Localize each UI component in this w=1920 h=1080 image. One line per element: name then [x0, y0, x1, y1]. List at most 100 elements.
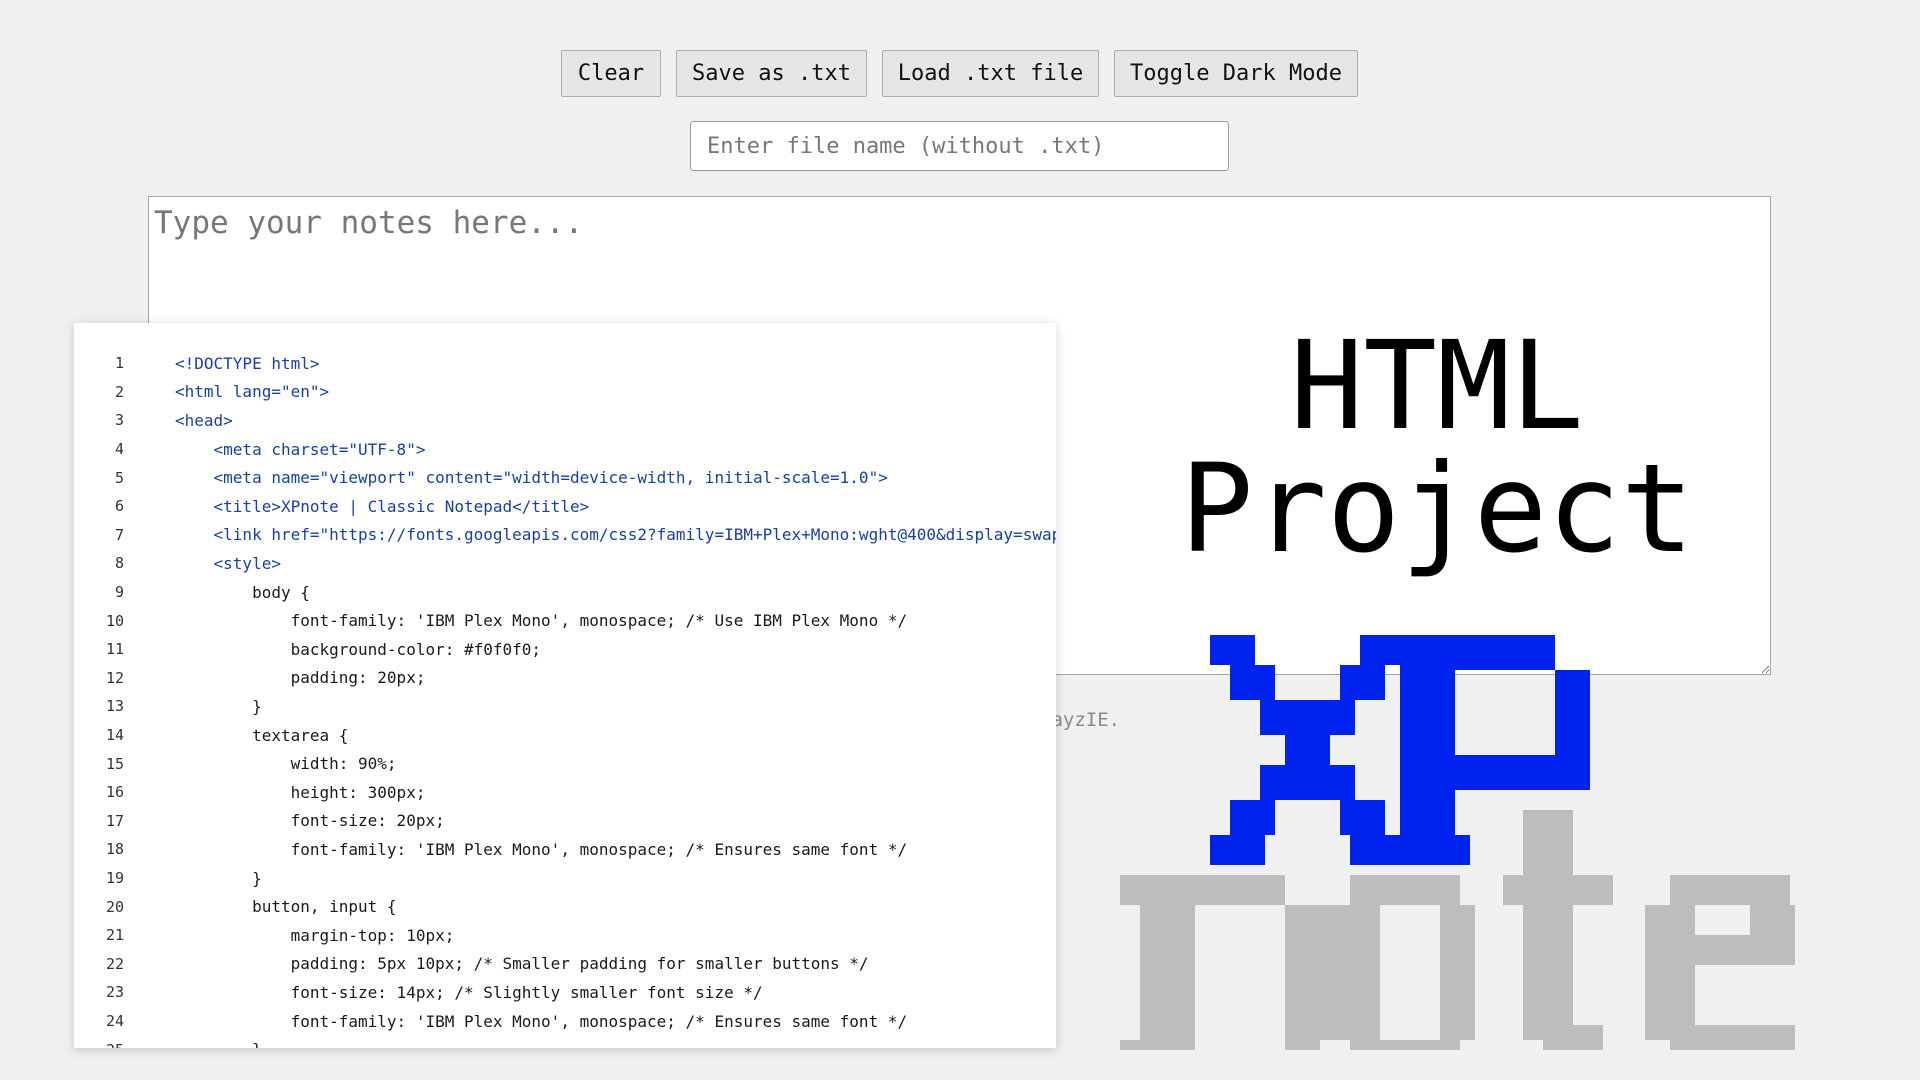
title-line-2: Project — [1180, 438, 1695, 580]
code-line: 4 <meta charset="UTF-8"> — [74, 435, 1056, 464]
logo-t-block — [1523, 810, 1573, 875]
logo-p-block — [1385, 835, 1470, 865]
line-number: 18 — [105, 840, 124, 859]
code-text: font-size: 14px; /* Slightly smaller fon… — [175, 982, 763, 1002]
filename-input[interactable] — [690, 121, 1229, 171]
code-text: font-size: 20px; — [175, 811, 445, 831]
code-text: padding: 20px; — [175, 668, 426, 688]
code-text: <meta name="viewport" content="width=dev… — [175, 468, 888, 488]
code-text: width: 90%; — [175, 754, 397, 774]
clear-button[interactable]: Clear — [561, 50, 661, 97]
code-text: <link href="https://fonts.googleapis.com… — [175, 525, 1056, 545]
line-number: 3 — [114, 411, 124, 430]
code-text: font-family: 'IBM Plex Mono', monospace;… — [175, 611, 908, 631]
code-line: 19 } — [74, 864, 1056, 893]
code-line: 15 width: 90%; — [74, 749, 1056, 778]
logo-p-block — [1400, 670, 1455, 860]
code-line: 12 padding: 20px; — [74, 664, 1056, 693]
code-line: 10 font-family: 'IBM Plex Mono', monospa… — [74, 606, 1056, 635]
logo-x-block — [1230, 800, 1275, 835]
code-text: } — [175, 1040, 262, 1048]
title-line-1: HTML — [1290, 315, 1584, 457]
code-line: 5 <meta name="viewport" content="width=d… — [74, 463, 1056, 492]
line-number: 13 — [105, 697, 124, 716]
line-number: 21 — [105, 926, 124, 945]
logo-n-block — [1140, 905, 1195, 1050]
code-line: 23 font-size: 14px; /* Slightly smaller … — [74, 978, 1056, 1007]
code-text: font-family: 'IBM Plex Mono', monospace;… — [175, 839, 908, 859]
code-line: 14 textarea { — [74, 721, 1056, 750]
line-number: 19 — [105, 869, 124, 888]
logo-n-block — [1165, 875, 1285, 905]
load-file-button[interactable]: Load .txt file — [882, 50, 1099, 97]
logo-n-block — [1120, 875, 1165, 905]
logo-e-block — [1695, 935, 1795, 965]
code-text: <style> — [175, 553, 281, 573]
code-preview-panel: 1 <!DOCTYPE html> 2 <html lang="en"> 3 <head>… — [74, 323, 1056, 1048]
logo-x-block — [1210, 635, 1255, 665]
code-line: 8 <style> — [74, 549, 1056, 578]
line-number: 1 — [114, 354, 124, 373]
logo-n-block — [1285, 905, 1320, 1050]
code-text: button, input { — [175, 897, 397, 917]
code-line: 3 <head> — [74, 406, 1056, 435]
code-line: 11 background-color: #f0f0f0; — [74, 635, 1056, 664]
code-line: 9 body { — [74, 578, 1056, 607]
code-text: <!DOCTYPE html> — [175, 353, 320, 373]
line-number: 20 — [105, 897, 124, 916]
code-text: } — [175, 868, 262, 888]
line-number: 4 — [114, 440, 124, 459]
code-text: padding: 5px 10px; /* Smaller padding fo… — [175, 954, 869, 974]
code-text: background-color: #f0f0f0; — [175, 639, 542, 659]
line-number: 10 — [105, 611, 124, 630]
code-line: 2 <html lang="en"> — [74, 378, 1056, 407]
code-text: <title>XPnote | Classic Notepad</title> — [175, 496, 590, 516]
logo-x-block — [1360, 635, 1405, 665]
logo-t-block — [1503, 875, 1613, 905]
save-button[interactable]: Save as .txt — [676, 50, 867, 97]
code-line: 18 font-family: 'IBM Plex Mono', monospa… — [74, 835, 1056, 864]
logo-t-block — [1523, 905, 1573, 1040]
logo-e-block — [1645, 905, 1695, 1040]
line-number: 24 — [105, 1012, 124, 1031]
logo-o-block — [1350, 1040, 1460, 1050]
code-text: <html lang="en"> — [175, 382, 330, 402]
line-number: 25 — [74, 1041, 124, 1048]
code-line: 17 font-size: 20px; — [74, 807, 1056, 836]
app-window: Clear Save as .txt Load .txt file Toggle… — [0, 0, 1920, 1080]
logo-x-block — [1230, 665, 1275, 700]
logo-o-block — [1440, 905, 1475, 1040]
logo-p-block — [1555, 670, 1590, 790]
logo-x-block — [1340, 800, 1385, 835]
logo-e-block — [1670, 875, 1790, 905]
code-line: 20 button, input { — [74, 892, 1056, 921]
line-number: 23 — [105, 983, 124, 1002]
code-line: 25 } — [74, 1035, 1056, 1048]
code-text: body { — [175, 582, 310, 602]
line-number: 17 — [105, 811, 124, 830]
line-number: 14 — [105, 726, 124, 745]
code-text: font-family: 'IBM Plex Mono', monospace;… — [175, 1011, 908, 1031]
code-text: <head> — [175, 410, 233, 430]
code-text: margin-top: 10px; — [175, 925, 455, 945]
logo-t-block — [1543, 1025, 1603, 1050]
logo-p-block — [1400, 635, 1555, 670]
logo-o-block — [1350, 875, 1460, 905]
line-number: 12 — [105, 668, 124, 687]
logo-x-block — [1285, 735, 1330, 765]
line-number: 11 — [105, 640, 124, 659]
code-line: 21 margin-top: 10px; — [74, 921, 1056, 950]
toggle-dark-mode-button[interactable]: Toggle Dark Mode — [1114, 50, 1358, 97]
line-number: 5 — [114, 468, 124, 487]
code-line: 13 } — [74, 692, 1056, 721]
line-number: 22 — [105, 954, 124, 973]
line-number: 2 — [114, 382, 124, 401]
logo-x-block — [1210, 835, 1265, 865]
logo-x-block — [1260, 765, 1355, 800]
code-text: } — [175, 696, 262, 716]
logo-o-block — [1320, 905, 1380, 1040]
xpnote-logo — [1120, 635, 1795, 1050]
logo-x-block — [1260, 700, 1355, 735]
line-number: 9 — [114, 583, 124, 602]
code-text: <meta charset="UTF-8"> — [175, 439, 426, 459]
